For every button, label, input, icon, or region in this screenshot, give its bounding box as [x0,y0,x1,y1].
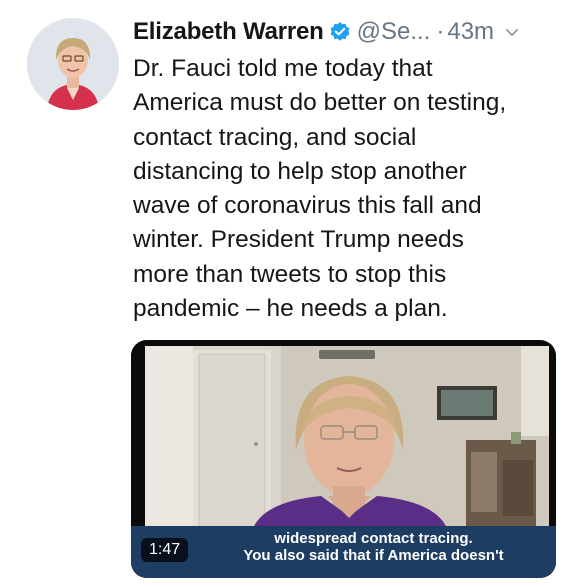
tweet-text: Dr. Fauci told me today that America mus… [133,52,573,326]
tweet-text-line: more than tweets to stop this [133,260,447,288]
tweet-text-line: pandemic – he needs a plan. [133,295,448,323]
tweet[interactable]: Elizabeth Warren @Se... · 43m Dr. Fauci … [0,0,584,587]
chevron-down-icon[interactable] [504,24,520,40]
caption-line: widespread contact tracing. [274,530,473,547]
timestamp[interactable]: 43m [447,18,494,46]
video-caption: widespread contact tracing. You also sai… [131,530,556,564]
tweet-text-line: contact tracing, and social [133,123,417,151]
author-handle[interactable]: @Se... [357,18,431,46]
verified-badge-icon [329,21,351,43]
separator-dot: · [436,18,445,45]
tweet-text-line: America must do better on testing, [133,89,507,117]
author-name[interactable]: Elizabeth Warren [133,18,324,46]
tweet-text-line: Dr. Fauci told me today that [133,55,433,82]
avatar[interactable] [27,18,119,110]
tweet-text-line: wave of coronavirus this fall and [133,192,482,220]
tweet-header: Elizabeth Warren @Se... · 43m [133,12,573,52]
caption-line: You also said that if America doesn't [243,547,504,564]
avatar-photo [27,18,119,110]
tweet-text-line: winter. President Trump needs [133,226,464,254]
tweet-text-line: distancing to help stop another [133,157,467,185]
video-player[interactable]: 1:47 widespread contact tracing. You als… [131,340,556,578]
